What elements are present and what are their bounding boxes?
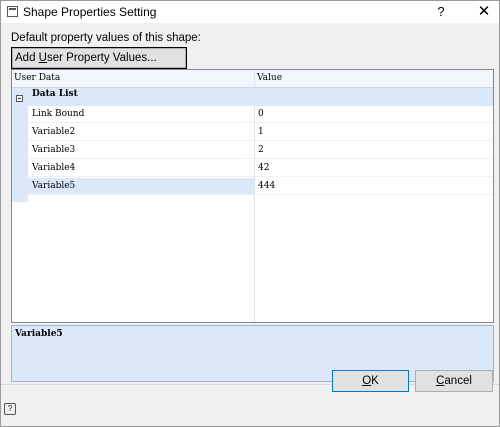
- description-title: Variable5: [15, 329, 63, 339]
- property-row[interactable]: Variable4 42: [28, 160, 493, 177]
- add-button-accel: U: [38, 52, 47, 64]
- property-grid[interactable]: User Data Value Data List Link Bound 0 V…: [11, 69, 494, 323]
- property-value[interactable]: 42: [255, 160, 493, 177]
- context-help-icon[interactable]: ?: [4, 403, 16, 415]
- column-header-value[interactable]: Value: [257, 70, 487, 87]
- add-user-property-values-button[interactable]: Add User Property Values...: [11, 47, 187, 69]
- collapse-icon[interactable]: [16, 95, 23, 102]
- property-value[interactable]: 1: [255, 124, 493, 141]
- ok-button[interactable]: OK: [332, 370, 409, 392]
- property-row-selected[interactable]: Variable5 444: [28, 178, 493, 195]
- property-value[interactable]: 0: [255, 106, 493, 123]
- property-row[interactable]: Link Bound 0: [28, 106, 493, 123]
- property-row[interactable]: Variable3 2: [28, 142, 493, 159]
- add-button-suffix: ser Property Values...: [46, 52, 157, 64]
- close-icon[interactable]: ✕: [469, 1, 499, 23]
- property-name[interactable]: Variable4: [28, 160, 254, 177]
- property-value[interactable]: 444: [255, 178, 493, 195]
- column-header-user-data[interactable]: User Data: [14, 70, 254, 87]
- property-value[interactable]: 2: [255, 142, 493, 159]
- grid-header: User Data Value: [12, 70, 493, 88]
- property-row[interactable]: Variable2 1: [28, 124, 493, 141]
- dialog-body: Default property values of this shape: A…: [1, 23, 499, 426]
- category-label: Data List: [32, 89, 78, 99]
- help-icon[interactable]: ?: [429, 1, 453, 23]
- add-button-prefix: Add: [15, 52, 39, 64]
- cancel-button[interactable]: Cancel: [415, 370, 493, 392]
- grid-gutter: [12, 106, 28, 202]
- window-title: Shape Properties Setting: [23, 5, 157, 19]
- ok-rest: K: [371, 375, 379, 387]
- default-values-label: Default property values of this shape:: [11, 32, 201, 44]
- title-bar: Shape Properties Setting ? ✕: [1, 1, 499, 23]
- property-name[interactable]: Link Bound: [28, 106, 254, 123]
- category-row-data-list[interactable]: Data List: [12, 88, 493, 106]
- property-name[interactable]: Variable2: [28, 124, 254, 141]
- window-app-icon: [7, 6, 18, 17]
- property-name[interactable]: Variable3: [28, 142, 254, 159]
- property-name[interactable]: Variable5: [28, 178, 254, 195]
- cancel-rest: ancel: [444, 375, 472, 387]
- dialog-window: Shape Properties Setting ? ✕ Default pro…: [0, 0, 500, 427]
- ok-accel: O: [362, 375, 372, 387]
